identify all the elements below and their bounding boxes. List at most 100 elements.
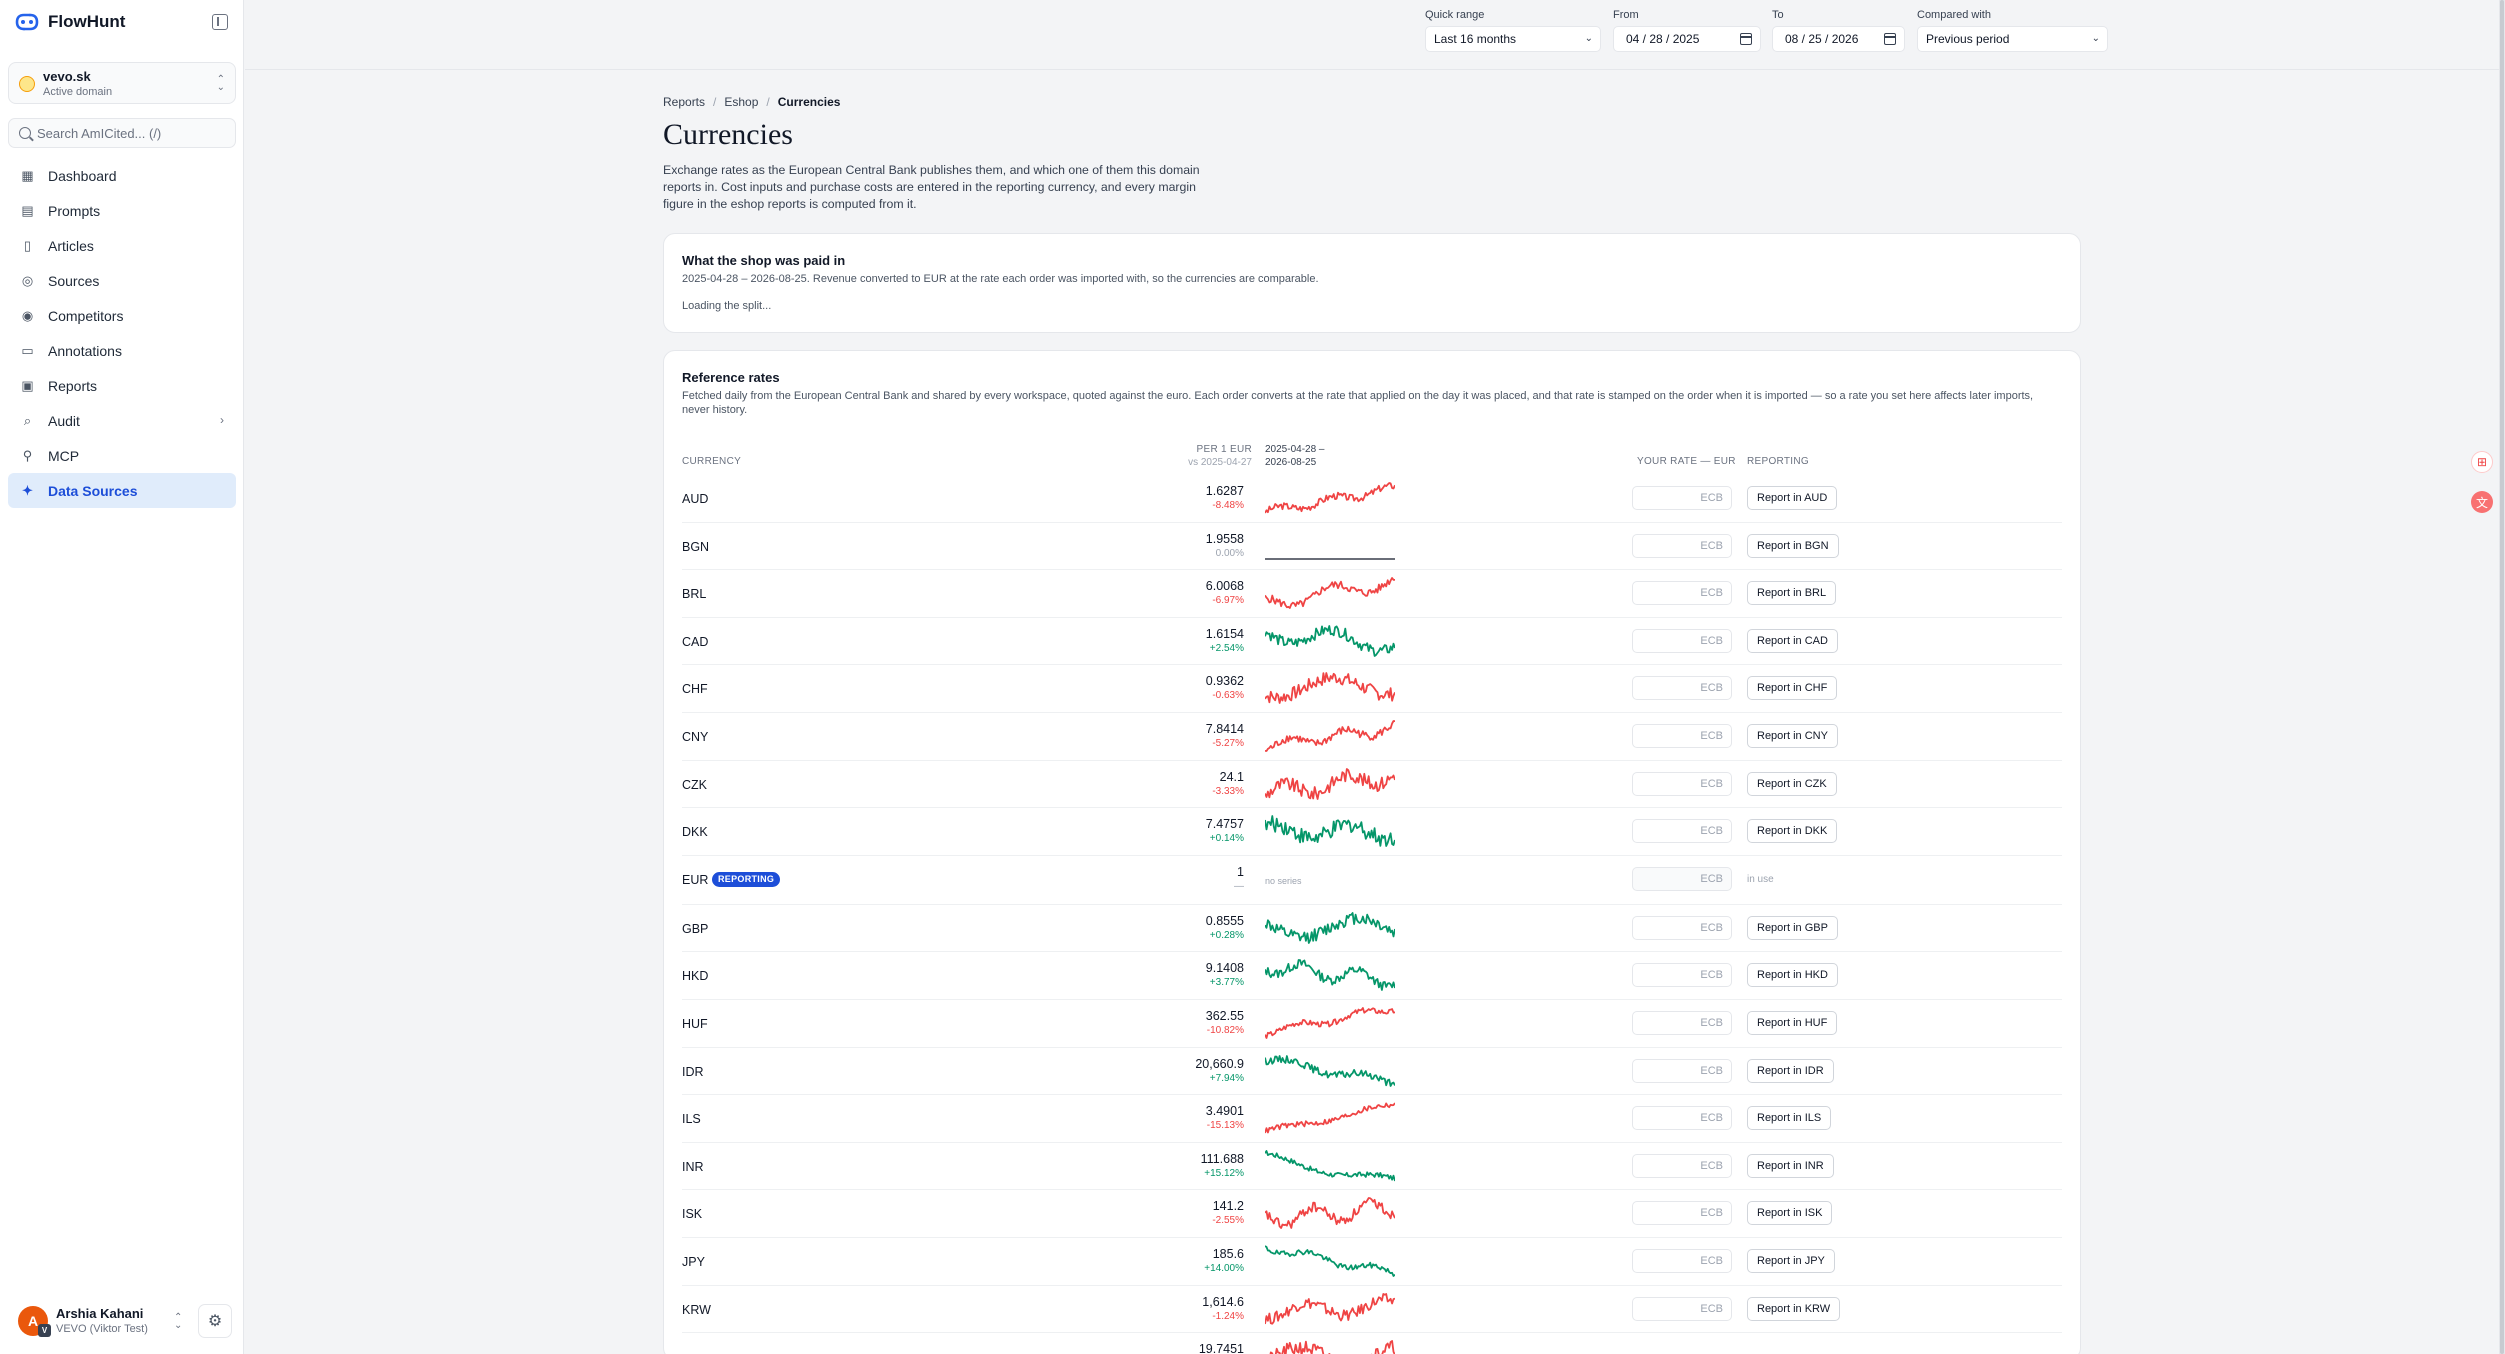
sidebar-nav: ▦ Dashboard ▤ Prompts ▯ Articles ◎ Sources ◉ Comp… [8, 158, 236, 508]
breadcrumb-current: Currencies [777, 95, 841, 109]
currency-code: ISK [682, 1207, 703, 1222]
settings-button[interactable]: ⚙ [198, 1304, 232, 1338]
sidebar-item-sources[interactable]: ◎ Sources [8, 263, 236, 298]
sidebar-item-dashboard[interactable]: ▦ Dashboard [8, 158, 236, 193]
report-in-currency-button[interactable]: Report in KRW [1747, 1296, 1841, 1321]
translate-tool-icon[interactable]: 文 [2471, 491, 2493, 513]
your-rate-input[interactable] [1632, 628, 1732, 653]
your-rate-input[interactable] [1632, 1010, 1732, 1035]
articles-icon: ▯ [23, 237, 32, 253]
report-in-currency-button[interactable]: Report in GBP [1747, 915, 1838, 940]
your-rate-input[interactable] [1632, 1153, 1732, 1178]
rate-value: 362.55 [1205, 1008, 1244, 1023]
sidebar-item-annotations[interactable]: ▭ Annotations [8, 333, 236, 368]
report-in-currency-button[interactable]: Report in HUF [1747, 1010, 1838, 1035]
compared-select[interactable]: Previous period ⌄ [1917, 26, 2108, 52]
filter-bar: Quick range Last 16 months ⌄ From 04 / 2… [245, 0, 2505, 70]
report-in-currency-button[interactable]: Report in CAD [1747, 628, 1838, 653]
your-rate-input[interactable] [1632, 1296, 1732, 1321]
currency-code: EUR [682, 872, 709, 887]
prompts-icon: ▤ [21, 202, 34, 218]
report-in-currency-button[interactable]: Report in CNY [1747, 723, 1838, 748]
breadcrumb-eshop[interactable]: Eshop [724, 95, 758, 109]
sidebar-item-audit[interactable]: ⌕ Audit › [8, 403, 236, 438]
sidebar-item-prompts[interactable]: ▤ Prompts [8, 193, 236, 228]
rate-value: 141.2 [1212, 1199, 1244, 1214]
calendar-icon[interactable] [1740, 33, 1752, 45]
report-in-currency-button[interactable]: Report in AUD [1747, 486, 1838, 510]
column-header-range: 2025-04-28 – 2026-08-25 [1265, 443, 1325, 469]
report-in-currency-button[interactable]: Report in CZK [1747, 771, 1837, 796]
rate-sparkline [1265, 1197, 1395, 1230]
rate-value: 111.688 [1200, 1151, 1244, 1166]
your-rate-input[interactable] [1632, 676, 1732, 701]
brand[interactable]: FlowHunt [14, 12, 125, 32]
report-in-currency-button[interactable]: Report in HKD [1747, 963, 1838, 988]
your-rate-input[interactable] [1632, 486, 1732, 510]
sidebar-collapse-icon[interactable] [212, 14, 228, 30]
your-rate-input[interactable] [1632, 533, 1732, 558]
sidebar-item-reports[interactable]: ▣ Reports [8, 368, 236, 403]
domain-switcher[interactable]: vevo.sk Active domain ⌃ ⌄ [8, 62, 236, 104]
your-rate-input[interactable] [1632, 915, 1732, 940]
range-start: 2025-04-28 – [1265, 444, 1325, 455]
widget-tool-icon[interactable]: ⊞ [2471, 451, 2493, 473]
data-sources-icon: ✦ [22, 482, 33, 498]
scrollbar-thumb[interactable] [2500, 0, 2504, 1354]
rate-sparkline [1265, 672, 1395, 705]
report-in-currency-button[interactable]: Report in IDR [1747, 1058, 1834, 1083]
reports-icon: ▣ [21, 377, 34, 393]
your-rate-input[interactable] [1632, 1248, 1732, 1273]
report-in-currency-button[interactable]: Report in BRL [1747, 581, 1837, 606]
compared-value: Previous period [1926, 32, 2010, 46]
sidebar-item-mcp[interactable]: ⚲ MCP [8, 438, 236, 473]
audit-icon: ⌕ [23, 412, 32, 428]
currency-code: KRW [682, 1302, 711, 1317]
your-rate-input[interactable] [1632, 1106, 1732, 1131]
to-date-input[interactable]: 08 / 25 / 2026 [1772, 26, 1905, 52]
report-in-currency-button[interactable]: Report in INR [1747, 1153, 1834, 1178]
reference-rates-card: Reference rates Fetched daily from the E… [663, 350, 2081, 1354]
your-rate-input[interactable] [1632, 581, 1732, 606]
sparkline-path [1265, 624, 1395, 657]
sparkline-path [1265, 911, 1395, 944]
sidebar-item-data-sources[interactable]: ✦ Data Sources [8, 473, 236, 508]
rate-sparkline [1265, 482, 1395, 514]
sidebar-item-articles[interactable]: ▯ Articles [8, 228, 236, 263]
from-date-input[interactable]: 04 / 28 / 2025 [1613, 26, 1761, 52]
report-in-currency-button[interactable]: Report in CHF [1747, 676, 1838, 701]
your-rate-input[interactable] [1632, 819, 1732, 844]
report-in-currency-button[interactable]: Report in BGN [1747, 533, 1839, 558]
your-rate-input[interactable] [1632, 1201, 1732, 1226]
compared-label: Compared with [1917, 9, 1991, 21]
rate-change: — [1234, 880, 1244, 892]
report-in-currency-button[interactable]: Report in JPY [1747, 1248, 1835, 1273]
currency-code: HUF [682, 1016, 708, 1031]
sparkline-path [1265, 959, 1395, 992]
currency-code: ILS [682, 1112, 701, 1127]
report-in-currency-button[interactable]: Report in DKK [1747, 819, 1838, 844]
calendar-icon[interactable] [1884, 33, 1896, 45]
rate-change: -3.33% [1212, 785, 1244, 797]
table-row: JPY 185.6+14.00% Report in JPY [682, 1238, 2062, 1286]
table-row: ILS 3.4901-15.13% Report in ILS [682, 1095, 2062, 1143]
your-rate-input[interactable] [1632, 771, 1732, 796]
report-in-currency-button[interactable]: Report in ISK [1747, 1201, 1833, 1226]
your-rate-input[interactable] [1632, 963, 1732, 988]
your-rate-input[interactable] [1632, 1058, 1732, 1083]
rate-sparkline [1265, 1007, 1395, 1039]
report-in-currency-button[interactable]: Report in ILS [1747, 1106, 1832, 1131]
rate-value: 20,660.9 [1195, 1056, 1244, 1071]
currency-code: CAD [682, 634, 709, 649]
gear-icon: ⚙ [207, 1313, 223, 1330]
rate-change: +0.14% [1209, 833, 1244, 845]
user-menu[interactable]: A V Arshia Kahani VEVO (Viktor Test) ⌃ ⌄ … [8, 1300, 236, 1344]
quick-range-select[interactable]: Last 16 months ⌄ [1425, 26, 1601, 52]
sidebar-item-competitors[interactable]: ◉ Competitors [8, 298, 236, 333]
search-input[interactable] [37, 119, 232, 147]
rate-sparkline [1265, 557, 1395, 560]
sidebar-item-label: Annotations [48, 342, 122, 359]
scrollbar[interactable] [2499, 0, 2505, 1354]
your-rate-input[interactable] [1632, 723, 1732, 748]
breadcrumb-reports[interactable]: Reports [663, 95, 705, 109]
